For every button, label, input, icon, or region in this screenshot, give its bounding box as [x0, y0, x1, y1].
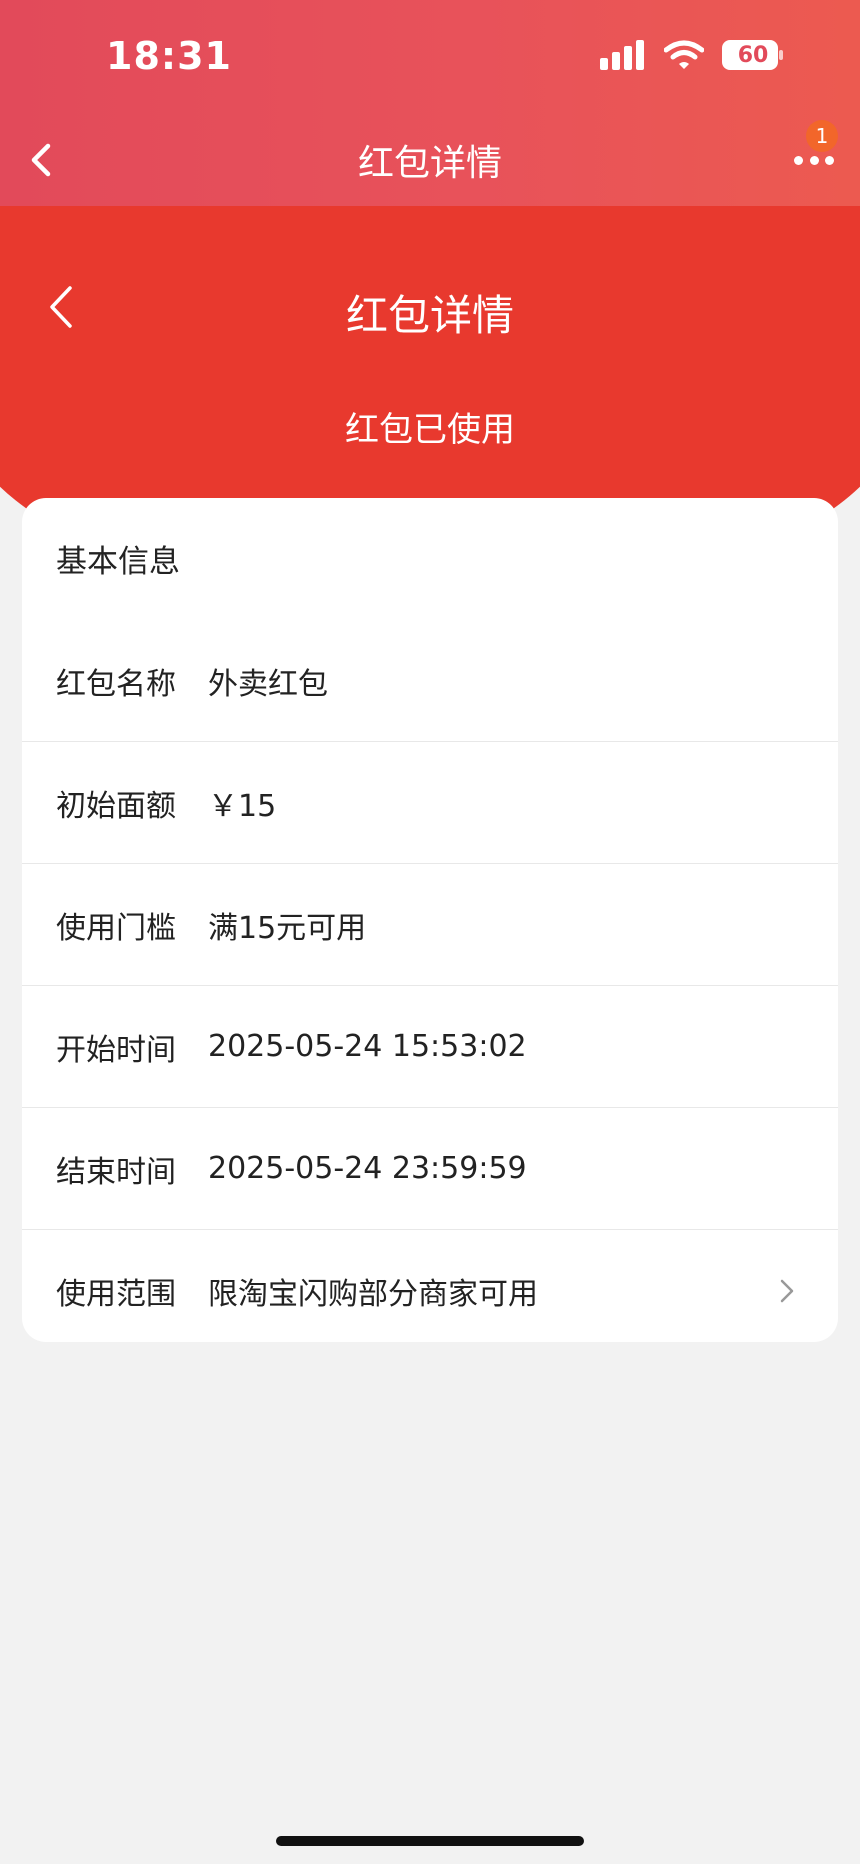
info-row-threshold: 使用门槛 满15元可用	[22, 864, 838, 986]
battery-icon: 60	[722, 40, 784, 70]
wifi-icon	[664, 40, 704, 70]
row-label: 使用门槛	[56, 910, 176, 946]
row-label: 开始时间	[56, 1032, 176, 1068]
page-title: 红包详情	[345, 291, 514, 340]
row-value: 限淘宝闪购部分商家可用	[208, 1276, 538, 1312]
chevron-right-icon	[780, 1279, 794, 1303]
signal-icon	[600, 40, 646, 70]
status-icons: 60	[600, 40, 784, 70]
top-bar: 18:31 60 红包详情 1	[0, 0, 860, 206]
row-value: ￥15	[208, 788, 277, 824]
card-title: 基本信息	[56, 544, 180, 580]
info-row-start-time: 开始时间 2025-05-24 15:53:02	[22, 986, 838, 1108]
status-text: 红包已使用	[345, 410, 515, 450]
row-label: 使用范围	[56, 1276, 176, 1312]
battery-level: 60	[737, 42, 769, 68]
row-label: 初始面额	[56, 788, 176, 824]
row-value: 满15元可用	[208, 910, 367, 946]
info-row-amount: 初始面额 ￥15	[22, 742, 838, 864]
row-value: 外卖红包	[208, 666, 328, 702]
row-value: 2025-05-24 15:53:02	[208, 1029, 527, 1064]
row-value: 2025-05-24 23:59:59	[208, 1151, 527, 1186]
basic-info-card: 基本信息 红包名称 外卖红包 初始面额 ￥15 使用门槛 满15元可用 开始时间…	[22, 498, 838, 1342]
row-label: 结束时间	[56, 1154, 176, 1190]
more-dots-icon[interactable]	[794, 150, 834, 170]
info-row-scope[interactable]: 使用范围 限淘宝闪购部分商家可用	[22, 1230, 838, 1342]
info-row-name: 红包名称 外卖红包	[22, 620, 838, 742]
status-time: 18:31	[106, 34, 232, 78]
row-label: 红包名称	[56, 666, 176, 702]
info-rows: 红包名称 外卖红包 初始面额 ￥15 使用门槛 满15元可用 开始时间 2025…	[22, 620, 838, 1342]
mini-nav-title: 红包详情	[357, 143, 502, 184]
home-indicator[interactable]	[276, 1836, 584, 1846]
notification-badge: 1	[806, 120, 838, 152]
info-row-end-time: 结束时间 2025-05-24 23:59:59	[22, 1108, 838, 1230]
